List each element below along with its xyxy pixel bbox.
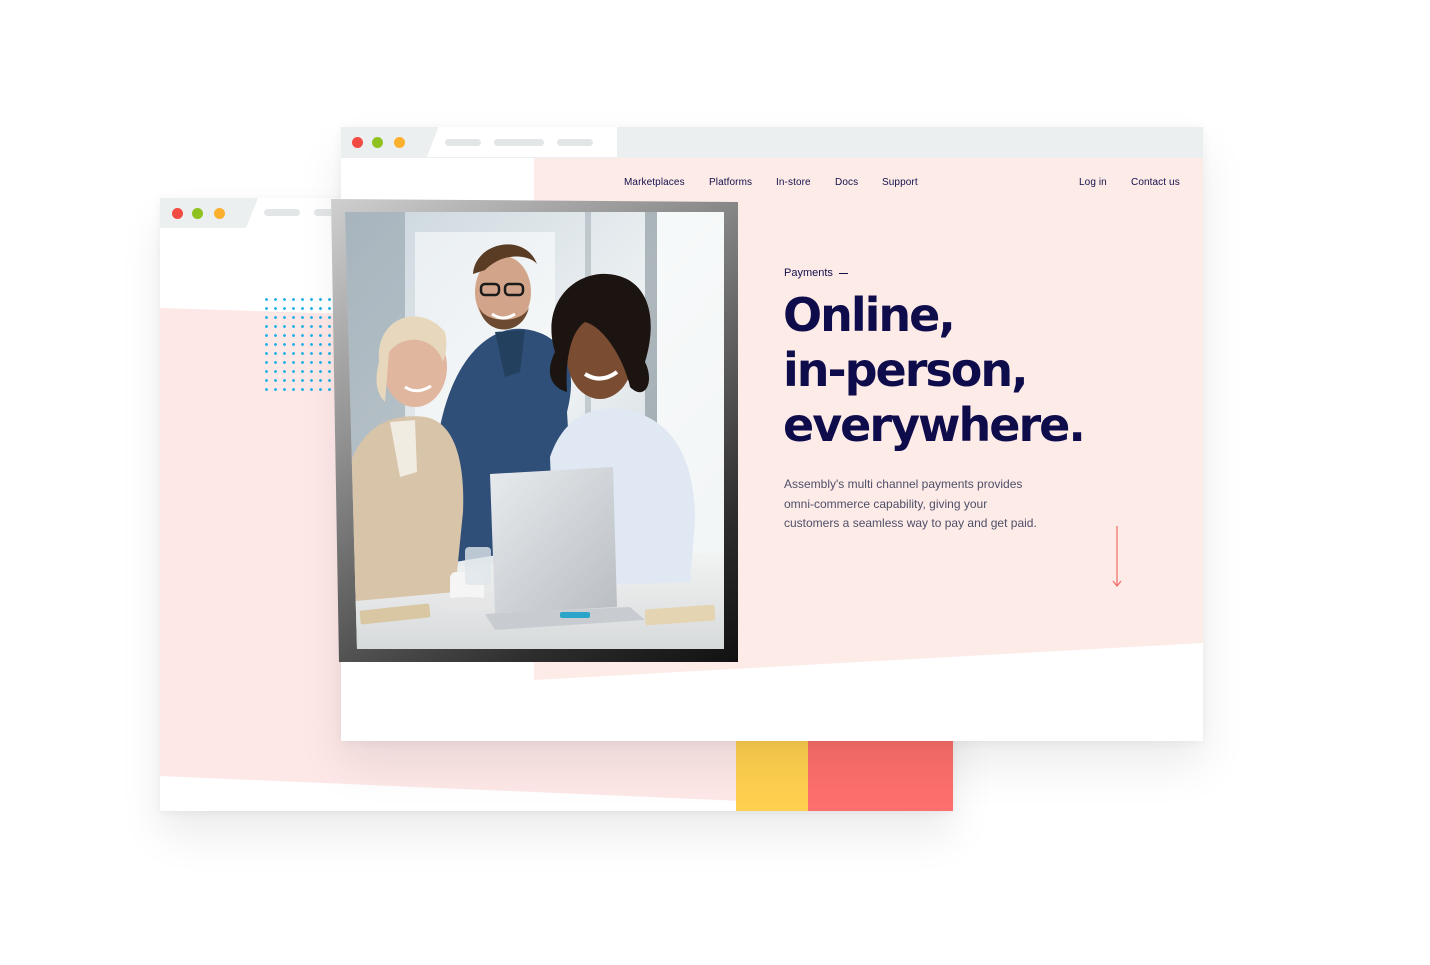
maximize-dot-icon[interactable] bbox=[394, 137, 405, 148]
headline-line: Online, bbox=[783, 288, 956, 342]
tab-placeholder-bar bbox=[264, 209, 300, 216]
front-window-tab[interactable] bbox=[427, 127, 617, 157]
description-line: Assembly's multi channel payments provid… bbox=[784, 477, 1023, 491]
team-photo-illustration bbox=[345, 212, 724, 649]
close-dot-icon[interactable] bbox=[352, 137, 363, 148]
tab-placeholder-bar bbox=[494, 139, 544, 146]
front-window-titlebar bbox=[341, 127, 1203, 158]
eyebrow-dash bbox=[838, 272, 848, 274]
close-dot-icon[interactable] bbox=[172, 208, 183, 219]
minimize-dot-icon[interactable] bbox=[372, 137, 383, 148]
nav-link-support[interactable]: Support bbox=[882, 177, 918, 188]
hero-photo bbox=[345, 212, 724, 649]
headline-line: in-person, bbox=[783, 343, 1029, 397]
yellow-accent-block bbox=[736, 738, 808, 811]
dot-grid-pattern bbox=[262, 295, 334, 395]
eyebrow-label: Payments bbox=[784, 267, 848, 279]
nav-link-marketplaces[interactable]: Marketplaces bbox=[624, 177, 685, 188]
tab-placeholder-bar bbox=[445, 139, 481, 146]
nav-link-docs[interactable]: Docs bbox=[835, 177, 858, 188]
arrow-down-icon[interactable] bbox=[1111, 525, 1123, 589]
eyebrow-text: Payments bbox=[784, 267, 833, 279]
minimize-dot-icon[interactable] bbox=[192, 208, 203, 219]
coral-accent-block bbox=[808, 738, 953, 811]
nav-link-platforms[interactable]: Platforms bbox=[709, 177, 752, 188]
headline-line: everywhere. bbox=[783, 398, 1086, 452]
description-line: customers a seamless way to pay and get … bbox=[784, 516, 1037, 530]
nav-link-in-store[interactable]: In-store bbox=[776, 177, 811, 188]
contact-us-link[interactable]: Contact us bbox=[1131, 177, 1180, 188]
login-link[interactable]: Log in bbox=[1079, 177, 1107, 188]
hero-headline: Online, in-person, everywhere. bbox=[783, 288, 1086, 453]
hero-description: Assembly's multi channel payments provid… bbox=[784, 475, 1064, 534]
description-line: omni-commerce capability, giving your bbox=[784, 496, 988, 511]
tab-placeholder-bar bbox=[557, 139, 593, 146]
maximize-dot-icon[interactable] bbox=[214, 208, 225, 219]
